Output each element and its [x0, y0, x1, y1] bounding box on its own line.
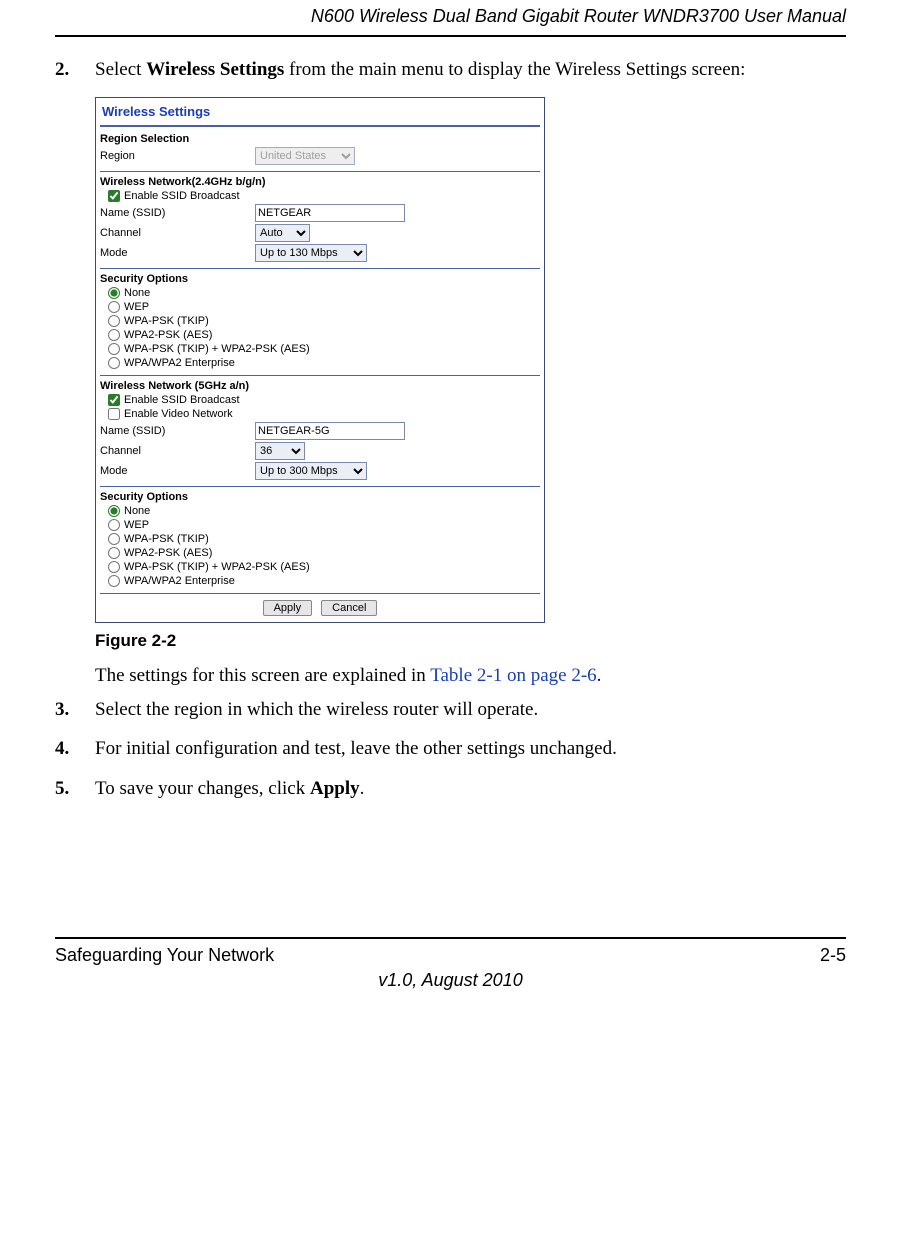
- sec24-enterprise-radio[interactable]: [108, 357, 120, 369]
- sec5-enterprise-radio[interactable]: [108, 575, 120, 587]
- step-4-number: 4.: [55, 736, 77, 762]
- sec5-enterprise-label: WPA/WPA2 Enterprise: [124, 575, 235, 587]
- step-2-number: 2.: [55, 57, 77, 83]
- page-header: N600 Wireless Dual Band Gigabit Router W…: [55, 0, 846, 37]
- ssid-24-input[interactable]: [255, 204, 405, 222]
- sec24-none-label: None: [124, 287, 150, 299]
- footer-section-name: Safeguarding Your Network: [55, 945, 274, 966]
- sec5-wep-radio[interactable]: [108, 519, 120, 531]
- sec24-none-radio[interactable]: [108, 287, 120, 299]
- channel-24-label: Channel: [100, 227, 255, 239]
- region-label: Region: [100, 150, 255, 162]
- sec5-none-radio[interactable]: [108, 505, 120, 517]
- sec5-wpa-mixed-label: WPA-PSK (TKIP) + WPA2-PSK (AES): [124, 561, 310, 573]
- footer-version: v1.0, August 2010: [55, 970, 846, 991]
- enable-video-checkbox[interactable]: [108, 408, 120, 420]
- channel-5-select[interactable]: 36: [255, 442, 305, 460]
- enable-ssid-24-checkbox[interactable]: [108, 190, 120, 202]
- sec24-wep-label: WEP: [124, 301, 149, 313]
- enable-ssid-5-label: Enable SSID Broadcast: [124, 394, 240, 406]
- step-3-number: 3.: [55, 697, 77, 723]
- wireless-5-heading: Wireless Network (5GHz a/n): [100, 380, 540, 392]
- sec5-wpa2-aes-label: WPA2-PSK (AES): [124, 547, 212, 559]
- enable-ssid-5-checkbox[interactable]: [108, 394, 120, 406]
- sec5-wep-label: WEP: [124, 519, 149, 531]
- mode-24-label: Mode: [100, 247, 255, 259]
- sec24-enterprise-label: WPA/WPA2 Enterprise: [124, 357, 235, 369]
- sec5-none-label: None: [124, 505, 150, 517]
- sec5-wpa-tkip-radio[interactable]: [108, 533, 120, 545]
- step-4-text: For initial configuration and test, leav…: [95, 736, 846, 762]
- ssid-5-label: Name (SSID): [100, 425, 255, 437]
- page-footer: Safeguarding Your Network 2-5 v1.0, Augu…: [55, 937, 846, 991]
- sec24-wpa2-aes-label: WPA2-PSK (AES): [124, 329, 212, 341]
- region-select[interactable]: United States: [255, 147, 355, 165]
- sec24-wpa-tkip-label: WPA-PSK (TKIP): [124, 315, 209, 327]
- ssid-24-label: Name (SSID): [100, 207, 255, 219]
- step-2-continuation: The settings for this screen are explain…: [95, 665, 846, 687]
- sec5-wpa-mixed-radio[interactable]: [108, 561, 120, 573]
- step-5-text: To save your changes, click Apply.: [95, 776, 846, 802]
- security-24-heading: Security Options: [100, 273, 540, 285]
- step-2-text: Select Wireless Settings from the main m…: [95, 57, 846, 83]
- mode-24-select[interactable]: Up to 130 Mbps: [255, 244, 367, 262]
- ssid-5-input[interactable]: [255, 422, 405, 440]
- channel-5-label: Channel: [100, 445, 255, 457]
- mode-5-select[interactable]: Up to 300 Mbps: [255, 462, 367, 480]
- table-2-1-link[interactable]: Table 2-1 on page 2-6: [430, 665, 596, 686]
- sec24-wpa-mixed-radio[interactable]: [108, 343, 120, 355]
- screenshot-title: Wireless Settings: [100, 102, 540, 123]
- wireless-settings-screenshot: Wireless Settings Region Selection Regio…: [95, 97, 545, 623]
- channel-24-select[interactable]: Auto: [255, 224, 310, 242]
- sec5-wpa2-aes-radio[interactable]: [108, 547, 120, 559]
- sec5-wpa-tkip-label: WPA-PSK (TKIP): [124, 533, 209, 545]
- region-selection-heading: Region Selection: [100, 133, 540, 145]
- mode-5-label: Mode: [100, 465, 255, 477]
- wireless-24-heading: Wireless Network(2.4GHz b/g/n): [100, 176, 540, 188]
- enable-ssid-24-label: Enable SSID Broadcast: [124, 190, 240, 202]
- figure-caption: Figure 2-2: [95, 631, 846, 651]
- sec24-wpa-mixed-label: WPA-PSK (TKIP) + WPA2-PSK (AES): [124, 343, 310, 355]
- step-3-text: Select the region in which the wireless …: [95, 697, 846, 723]
- footer-page-number: 2-5: [820, 945, 846, 966]
- cancel-button[interactable]: Cancel: [321, 600, 377, 616]
- enable-video-label: Enable Video Network: [124, 408, 233, 420]
- sec24-wpa-tkip-radio[interactable]: [108, 315, 120, 327]
- apply-button[interactable]: Apply: [263, 600, 313, 616]
- security-5-heading: Security Options: [100, 491, 540, 503]
- sec24-wep-radio[interactable]: [108, 301, 120, 313]
- step-5-number: 5.: [55, 776, 77, 802]
- sec24-wpa2-aes-radio[interactable]: [108, 329, 120, 341]
